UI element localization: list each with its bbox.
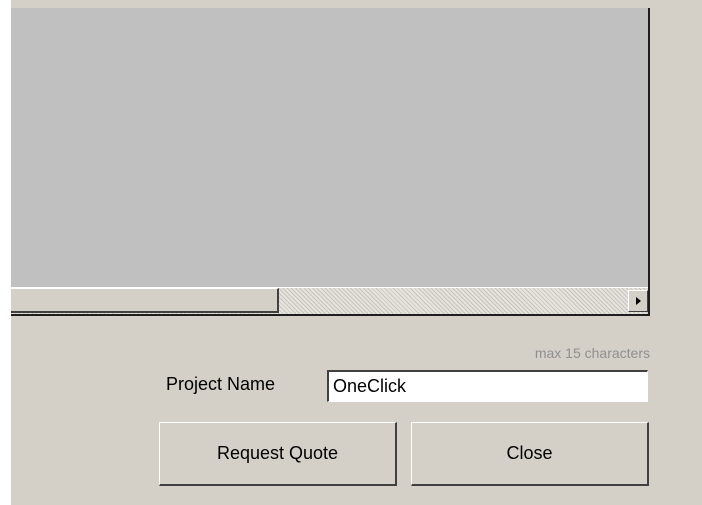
project-name-label: Project Name <box>166 374 276 394</box>
project-name-input[interactable] <box>327 370 648 402</box>
scrollbar-thumb[interactable] <box>11 288 279 313</box>
max-characters-hint: max 15 characters <box>534 345 650 361</box>
preview-area <box>11 8 650 316</box>
close-button[interactable]: Close <box>411 422 649 486</box>
scroll-right-arrow-icon <box>636 297 641 305</box>
request-quote-button[interactable]: Request Quote <box>159 422 397 486</box>
scroll-right-button[interactable] <box>628 290 648 312</box>
horizontal-scrollbar[interactable] <box>11 287 648 314</box>
quote-dialog: max 15 characters Project Name Request Q… <box>11 0 702 505</box>
